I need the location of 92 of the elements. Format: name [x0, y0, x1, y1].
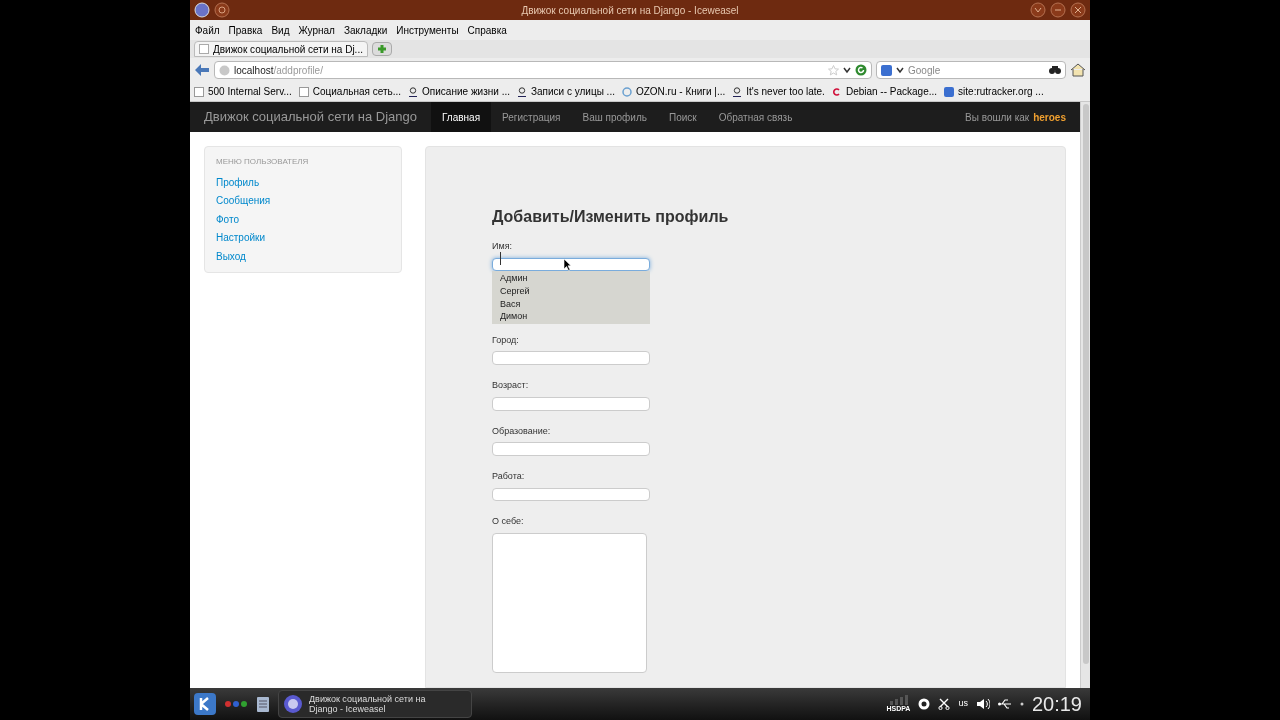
text-field[interactable] [492, 442, 650, 457]
sidebar-link[interactable]: Сообщения [216, 192, 271, 211]
mouse-pointer-icon [564, 259, 572, 272]
home-icon[interactable] [1070, 63, 1086, 77]
user-link[interactable]: heroes [1033, 109, 1066, 125]
new-tab-button[interactable] [371, 42, 392, 56]
bookmark-item[interactable]: site:rutracker.org ... [944, 84, 1044, 99]
globe-icon [283, 694, 303, 714]
maximize-icon[interactable] [1050, 2, 1066, 18]
clipboard-icon[interactable] [256, 695, 270, 713]
search-field[interactable]: Google [876, 61, 1066, 79]
sidebar-link[interactable]: Выход [216, 247, 246, 266]
bookmark-item[interactable]: 500 Internal Serv... [194, 84, 292, 99]
browser-tab[interactable]: Движок социальной сети на Dj... [194, 41, 368, 57]
suggestion-item[interactable]: Админ [500, 272, 528, 285]
field-label: О себе: [492, 515, 524, 529]
dot-icon [1019, 702, 1024, 706]
dots-icon[interactable] [224, 700, 248, 708]
scissors-icon[interactable] [938, 698, 951, 710]
bookmark-item[interactable]: Описание жизни ... [408, 84, 510, 99]
bookmark-item[interactable]: OZON.ru - Книги |... [621, 84, 726, 99]
sidebar-link[interactable]: Профиль [216, 174, 260, 193]
close-icon[interactable] [1070, 2, 1086, 18]
google-icon[interactable] [881, 64, 892, 76]
address-field[interactable]: localhost/addprofile/ [214, 61, 872, 79]
globe-icon [219, 64, 230, 76]
circle-icon [621, 86, 632, 97]
menu-icon[interactable] [214, 2, 230, 18]
suggestion-item[interactable]: Димон [500, 310, 528, 323]
menu-item[interactable]: Вид [270, 22, 291, 38]
record-icon[interactable] [918, 698, 931, 710]
person-icon [516, 86, 527, 97]
field-label: Имя: [492, 240, 513, 253]
bookmark-item[interactable]: Социальная сеть... [298, 84, 402, 99]
suggestion-item[interactable]: Вася [500, 297, 521, 311]
site-brand[interactable]: Движок социальной сети на Django [204, 107, 417, 127]
text-field[interactable] [492, 351, 650, 366]
form-title: Добавить/Изменить профиль [492, 207, 729, 227]
page-icon [199, 44, 209, 54]
page-icon [194, 86, 204, 97]
volume-icon[interactable] [975, 698, 990, 710]
menu-item[interactable]: Файл [194, 22, 221, 38]
plus-icon [376, 44, 387, 54]
bookmark-item[interactable]: Записи с улицы ... [516, 84, 615, 99]
sidebar-link[interactable]: Настройки [216, 229, 266, 248]
minimize-icon[interactable] [1030, 2, 1046, 18]
google-icon [944, 86, 955, 97]
nav-link[interactable]: Обратная связь [707, 102, 804, 132]
clock: 20:19 [1031, 692, 1082, 717]
keyboard-layout[interactable]: us [958, 697, 968, 711]
star-icon[interactable] [828, 64, 839, 76]
login-text: Вы вошли как [965, 110, 1030, 125]
menu-item[interactable]: Закладки [342, 22, 389, 38]
nav-link[interactable]: Главная [431, 102, 492, 132]
field-label: Возраст: [492, 379, 529, 393]
menu-item[interactable]: Справка [466, 22, 508, 38]
text-cursor [500, 252, 501, 266]
text-field[interactable] [492, 487, 650, 502]
nav-link[interactable]: Ваш профиль [571, 102, 658, 132]
bookmark-item[interactable]: It's never too late. [732, 84, 825, 99]
url-text: localhost/addprofile/ [234, 63, 324, 78]
field-label: Образование: [492, 424, 551, 438]
sidebar-link[interactable]: Фото [216, 210, 239, 230]
page-icon [298, 86, 309, 97]
taskbar-button[interactable]: Движок социальной сети на Django - Iceweasel [278, 690, 472, 718]
menu-item[interactable]: Правка [227, 22, 264, 38]
nav-link[interactable]: Поиск [657, 102, 708, 132]
dropdown-caret-icon[interactable] [896, 66, 904, 74]
swirl-icon [831, 86, 842, 97]
back-arrow-icon[interactable] [194, 63, 210, 77]
menu-header: МЕНЮ ПОЛЬЗОВАТЕЛЯ [216, 156, 310, 168]
nav-link[interactable]: Регистрация [491, 102, 572, 132]
text-field[interactable] [492, 396, 650, 411]
dropdown-caret-icon[interactable] [843, 66, 851, 74]
menu-item[interactable]: Журнал [297, 22, 336, 38]
kde-menu-icon[interactable] [194, 693, 216, 715]
app-icon[interactable] [194, 2, 210, 18]
person-icon [732, 86, 743, 97]
text-field[interactable] [492, 257, 650, 272]
suggestion-item[interactable]: Сергей [500, 285, 530, 298]
reload-icon[interactable] [855, 64, 867, 76]
field-label: Работа: [492, 470, 525, 484]
menu-item[interactable]: Инструменты [395, 22, 460, 38]
window-title: Движок социальной сети на Django - Iceweasel [520, 3, 740, 18]
usb-icon[interactable] [997, 698, 1012, 710]
signal-bars-icon [888, 695, 909, 705]
scrollbar[interactable] [1080, 102, 1090, 688]
search-input[interactable]: Google [908, 62, 1045, 78]
person-icon [408, 86, 419, 97]
field-label: Город: [492, 333, 519, 347]
bookmark-item[interactable]: Debian -- Package... [831, 84, 938, 99]
binoculars-icon[interactable] [1049, 65, 1061, 75]
